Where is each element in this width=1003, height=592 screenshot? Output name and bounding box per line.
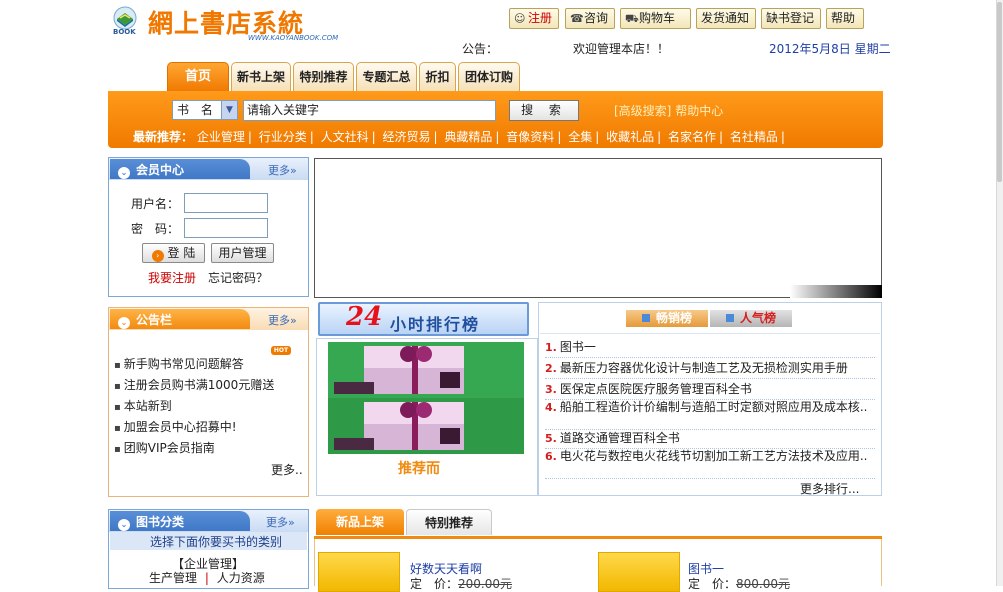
ranking-item[interactable]: 3. 医保定点医院医疗服务管理百科全书 [545, 382, 875, 400]
search-input[interactable]: 请输入关键字 [243, 100, 496, 121]
users-icon: ☺ [514, 12, 526, 25]
bulletin-more-link[interactable]: 更多» [268, 312, 297, 328]
hot-badge: HOT [271, 346, 291, 355]
consult-link[interactable]: ☎咨询 [565, 8, 615, 29]
category-more-link[interactable]: 更多» [266, 514, 295, 530]
shipping-link[interactable]: 发货通知 [696, 8, 756, 29]
ranking-item[interactable]: 1. 图书一 [545, 340, 875, 358]
chevron-down-circle-icon: ⌄ [118, 519, 130, 531]
chevron-down-circle-icon: ⌄ [118, 317, 130, 329]
book-price: 200.00元 [458, 577, 513, 591]
password-label: 密 码： [131, 222, 180, 236]
member-more-link[interactable]: 更多» [268, 162, 297, 178]
recommend-label: 最新推荐： [133, 130, 194, 144]
rec-item-9[interactable]: 名社精品 [730, 130, 778, 144]
bulletin-item[interactable]: 本站新到 [114, 397, 172, 417]
password-input[interactable] [184, 218, 268, 238]
cart-icon: ⛟ [625, 12, 639, 25]
register-link[interactable]: ☺ 注册 [509, 8, 559, 29]
phone-icon: ☎ [570, 12, 584, 25]
ranking-item[interactable]: 4. 船舶工程造价计价编制与造船工时定额对照应用及成本核.. [545, 400, 875, 430]
ranking-title: 小时排行榜 [390, 315, 481, 334]
bulletin-more-bottom[interactable]: 更多.. [271, 461, 303, 478]
bulletin-item[interactable]: 注册会员购书满1000元赠送 [114, 376, 275, 396]
ranking-item[interactable]: 5. 道路交通管理百科全书 [545, 431, 875, 449]
rec-item-5[interactable]: 音像资料 [506, 130, 554, 144]
tab-special-recommend[interactable]: 特别推荐 [406, 509, 492, 535]
ranking-more-link[interactable]: 更多排行... [800, 480, 859, 497]
user-manage-button[interactable]: 用户管理 [211, 243, 274, 263]
bulletin-item[interactable]: 团购VIP会员指南 [114, 439, 215, 459]
gift-image[interactable] [328, 342, 524, 454]
rec-item-8[interactable]: 名家名作 [668, 130, 716, 144]
bulletin-item[interactable]: 新手购书常见问题解答 [114, 355, 244, 375]
username-input[interactable] [184, 193, 268, 213]
tab-new-books[interactable]: 新书上架 [231, 62, 291, 92]
logo-badge-text: BOOK [113, 28, 136, 36]
help-center-link[interactable]: 帮助中心 [675, 104, 723, 118]
cart-link[interactable]: ⛟购物车 [620, 8, 691, 29]
missing-book-link[interactable]: 缺书登记 [761, 8, 821, 29]
tab-bestseller[interactable]: 畅销榜 [626, 310, 708, 327]
rec-item-7[interactable]: 收藏礼品 [606, 130, 654, 144]
square-icon [725, 314, 734, 322]
ranking-number: 24 [346, 302, 383, 332]
rec-item-0[interactable]: 企业管理 [197, 130, 245, 144]
scrollbar-thumb[interactable] [997, 2, 1002, 182]
category-title: 图书分类 [136, 515, 185, 529]
register-link-2[interactable]: 我要注册 [148, 269, 196, 286]
tab-topics[interactable]: 专题汇总 [356, 62, 417, 92]
tab-home[interactable]: 首页 [167, 62, 229, 92]
tab-new-arrivals[interactable]: 新品上架 [316, 509, 404, 535]
arrow-right-icon: › [151, 250, 164, 262]
bulletin-item[interactable]: 加盟会员中心招募中! [114, 418, 237, 438]
search-field-select[interactable]: 书 名 ▼ [172, 100, 238, 120]
rec-item-4[interactable]: 典藏精品 [444, 130, 492, 144]
banner-area [314, 158, 882, 298]
notice-text: 欢迎管理本店！！ [573, 42, 670, 56]
login-button[interactable]: › 登 陆 [142, 243, 205, 263]
member-title: 会员中心 [136, 163, 185, 177]
site-url: WWW.KAOYANBOOK.COM [248, 34, 339, 42]
rec-item-2[interactable]: 人文社科 [321, 130, 369, 144]
book-cover[interactable] [318, 552, 400, 592]
book-price: 800.00元 [736, 577, 791, 591]
search-button[interactable]: 搜 索 [509, 100, 579, 121]
rec-item-3[interactable]: 经济贸易 [383, 130, 431, 144]
rec-item-1[interactable]: 行业分类 [259, 130, 307, 144]
current-date: 2012年5月8日 星期二 [769, 42, 891, 56]
category-hint: 选择下面你要买书的类别 [150, 535, 283, 549]
forgot-password-link[interactable]: 忘记密码？ [208, 269, 268, 286]
chevron-down-icon: ▼ [221, 101, 237, 119]
book-cover[interactable] [598, 552, 680, 592]
tab-special[interactable]: 特别推荐 [293, 62, 354, 92]
tab-discount[interactable]: 折扣 [419, 62, 456, 92]
advanced-search-link[interactable]: [高级搜索] [614, 104, 671, 118]
tab-popular[interactable]: 人气榜 [710, 310, 792, 327]
category-sub-production[interactable]: 生产管理 [149, 571, 197, 585]
recommend-bar: 最新推荐： 企业管理 | 行业分类 | 人文社科 | 经济贸易 | 典藏精品 | 音像资料… [133, 130, 785, 144]
ranking-item[interactable]: 2. 最新压力容器优化设计与制造工艺及无损检测实用手册 [545, 361, 875, 379]
bulletin-title: 公告栏 [136, 313, 173, 327]
category-sub-hr[interactable]: 人力资源 [217, 571, 265, 585]
rec-item-6[interactable]: 全集 [568, 130, 592, 144]
square-icon [641, 314, 650, 322]
username-label: 用户名： [131, 197, 180, 211]
gift-caption: 推荐而 [398, 461, 440, 477]
help-link[interactable]: 帮助 [826, 8, 864, 29]
ranking-item[interactable]: 6. 电火花与数控电火花线节切割加工新工艺方法技术及应用.. [545, 449, 875, 479]
tab-group-order[interactable]: 团体订购 [458, 62, 520, 92]
notice-label: 公告： [462, 42, 499, 56]
chevron-down-circle-icon: ⌄ [118, 167, 130, 179]
